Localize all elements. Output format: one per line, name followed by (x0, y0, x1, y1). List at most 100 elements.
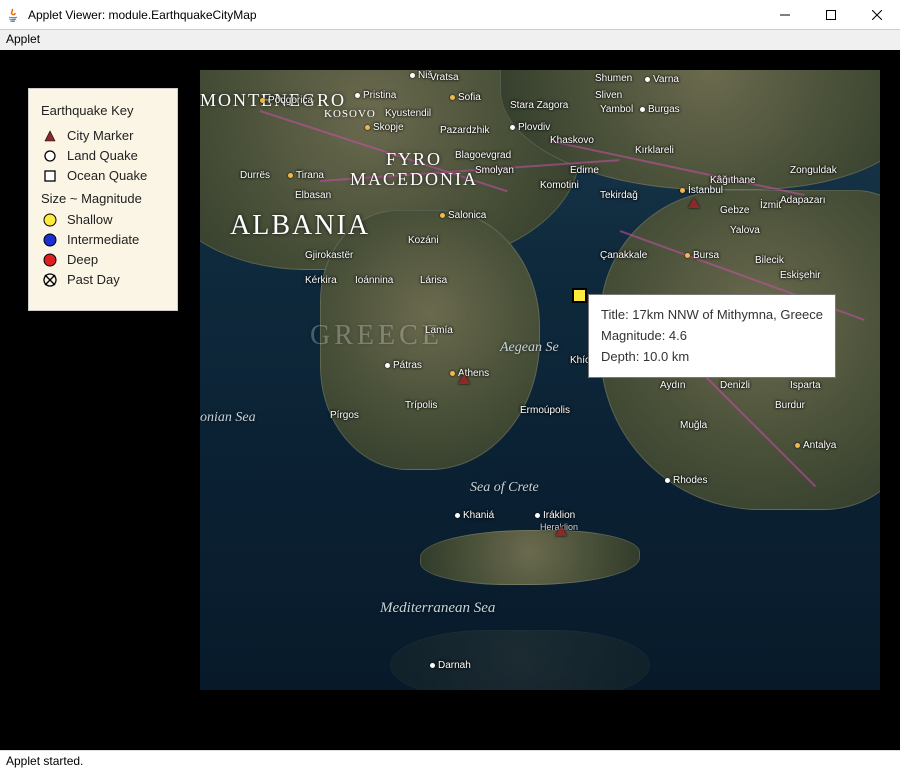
window-titlebar: Applet Viewer: module.EarthquakeCityMap (0, 0, 900, 30)
map-viewport[interactable]: ALBANIA MONTENEGRO KOSOVO FYRO MACEDONIA… (200, 70, 880, 690)
city-iraklion: Iráklion (535, 510, 575, 521)
legend-item-deep: Deep (41, 252, 165, 267)
city-durres: Durrës (240, 170, 270, 181)
circle-yellow-icon (41, 213, 59, 227)
legend-item-shallow: Shallow (41, 212, 165, 227)
city-smolyan: Smolyan (475, 165, 514, 176)
city-marker-iraklion[interactable] (555, 526, 567, 536)
city-mugla: Muğla (680, 420, 707, 431)
legend-item-ocean-quake: Ocean Quake (41, 168, 165, 183)
legend-size-note: Size ~ Magnitude (41, 191, 165, 206)
city-kirklareli: Kırklareli (635, 145, 674, 156)
ocean-quake-marker-selected[interactable] (572, 288, 587, 303)
city-sliven: Sliven (595, 90, 622, 101)
city-yambol: Yambol (600, 104, 633, 115)
sea-label-ionian: onian Sea (200, 410, 256, 426)
sea-label-crete: Sea of Crete (470, 480, 539, 496)
city-sofia: Sofia (450, 92, 481, 103)
city-tekirdag: Tekirdağ (600, 190, 638, 201)
city-plovdiv: Plovdiv (510, 122, 550, 133)
city-zonguldak: Zonguldak (790, 165, 837, 176)
city-stara-zagora: Stara Zagora (510, 100, 568, 111)
country-label-albania: ALBANIA (230, 210, 370, 242)
window-title: Applet Viewer: module.EarthquakeCityMap (28, 8, 762, 22)
city-rhodes: Rhodes (665, 475, 707, 486)
city-istanbul: İstanbul (680, 185, 723, 196)
legend-item-city-marker: City Marker (41, 128, 165, 143)
sea-label-aegean: Aegean Se (500, 340, 559, 356)
tooltip-depth: Depth: 10.0 km (601, 347, 823, 368)
tooltip-magnitude: Magnitude: 4.6 (601, 326, 823, 347)
city-marker-athens[interactable] (458, 374, 470, 384)
circle-outline-icon (41, 150, 59, 162)
city-pristina: Pristina (355, 90, 396, 101)
legend-item-past-day: Past Day (41, 272, 165, 287)
country-label-greece: GREECE (310, 320, 443, 352)
city-denizli: Denizli (720, 380, 750, 391)
triangle-icon (41, 130, 59, 142)
city-blagoevgrad: Blagoevgrad (455, 150, 511, 161)
menu-applet[interactable]: Applet (6, 32, 40, 46)
status-bar: Applet started. (0, 750, 900, 774)
status-text: Applet started. (6, 754, 83, 768)
city-khania: Khaniá (455, 510, 494, 521)
city-vratsa: Vratsa (430, 72, 459, 83)
city-adapazari: Adapazarı (780, 195, 826, 206)
square-outline-icon (41, 170, 59, 182)
city-gjirokaster: Gjirokastër (305, 250, 353, 261)
city-izmit: İzmit (760, 200, 781, 211)
city-ermoupolis: Ermoúpolis (520, 405, 570, 416)
city-eskisehir: Eskişehir (780, 270, 821, 281)
city-isparta: Isparta (790, 380, 821, 391)
country-label-kosovo: KOSOVO (324, 108, 376, 120)
city-bilecik: Bilecik (755, 255, 784, 266)
legend-label: Shallow (67, 212, 113, 227)
circle-x-icon (41, 273, 59, 287)
city-darnah: Darnah (430, 660, 471, 671)
city-komotini: Komotini (540, 180, 579, 191)
city-burdur: Burdur (775, 400, 805, 411)
city-tripolis: Trípolis (405, 400, 437, 411)
city-pirgos: Pírgos (330, 410, 359, 421)
java-icon (6, 7, 22, 23)
city-skopje: Skopje (365, 122, 404, 133)
city-salonica: Salonica (440, 210, 486, 221)
menubar: Applet (0, 30, 900, 50)
city-bursa: Bursa (685, 250, 719, 261)
city-shumen: Shumen (595, 73, 632, 84)
legend-label: Ocean Quake (67, 168, 147, 183)
city-patras: Pátras (385, 360, 422, 371)
city-kerkira: Kérkira (305, 275, 337, 286)
city-lamia: Lamía (425, 325, 453, 336)
city-yalova: Yalova (730, 225, 760, 236)
minimize-button[interactable] (762, 0, 808, 30)
city-kyustendil: Kyustendil (385, 108, 431, 119)
legend-label: Past Day (67, 272, 120, 287)
city-marker-istanbul[interactable] (688, 198, 700, 208)
city-gebze: Gebze (720, 205, 749, 216)
circle-red-icon (41, 253, 59, 267)
city-pazardzhik: Pazardzhik (440, 125, 489, 136)
legend-title: Earthquake Key (41, 103, 165, 118)
window-controls (762, 0, 900, 30)
city-tirana: Tirana (288, 170, 324, 181)
city-antalya: Antalya (795, 440, 836, 451)
city-aydin: Aydın (660, 380, 685, 391)
close-button[interactable] (854, 0, 900, 30)
legend-item-intermediate: Intermediate (41, 232, 165, 247)
city-kozani: Kozáni (408, 235, 439, 246)
maximize-button[interactable] (808, 0, 854, 30)
city-elbasan: Elbasan (295, 190, 331, 201)
sea-label-med: Mediterranean Sea (380, 600, 495, 617)
city-khaskovo: Khaskovo (550, 135, 594, 146)
circle-blue-icon (41, 233, 59, 247)
city-podgorica: Podgorica (260, 95, 313, 106)
tooltip-title: Title: 17km NNW of Mithymna, Greece (601, 305, 823, 326)
quake-tooltip: Title: 17km NNW of Mithymna, Greece Magn… (588, 294, 836, 378)
city-varna: Varna (645, 74, 679, 85)
legend-panel: Earthquake Key City Marker Land Quake Oc… (28, 88, 178, 311)
legend-label: Intermediate (67, 232, 139, 247)
legend-item-land-quake: Land Quake (41, 148, 165, 163)
legend-label: Land Quake (67, 148, 138, 163)
city-canakkale: Çanakkale (600, 250, 647, 261)
